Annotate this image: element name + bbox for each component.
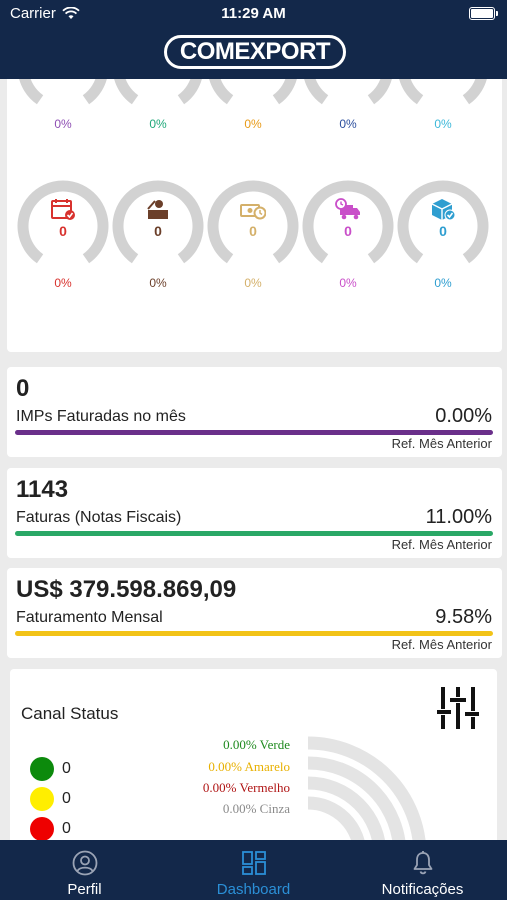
canal-status-card: Canal Status 0.00% Verde 0.00% Amarelo 0… [10, 669, 497, 840]
gauge-ring [114, 79, 202, 105]
process-gauge[interactable]: 0 0% [17, 180, 109, 320]
tab-perfil[interactable]: Perfil [0, 840, 169, 900]
tab-dashboard[interactable]: Dashboard [169, 840, 338, 900]
gauge-percent: 0% [434, 276, 452, 290]
stat-value: 1143 [16, 476, 69, 503]
legend-verde: 0.00% Verde [223, 737, 290, 752]
stat-reference: Ref. Mês Anterior [391, 537, 492, 552]
gauge-value: 0 [207, 79, 299, 80]
user-circle-icon [72, 850, 98, 876]
gauge-value: 0 [249, 223, 257, 239]
process-gauge[interactable]: 0 0% [397, 180, 489, 320]
calendar-check-icon [51, 199, 75, 220]
tab-label: Dashboard [216, 881, 291, 898]
comexport-logo: COMEXPORT [164, 35, 346, 69]
stat-card-faturas[interactable]: 1143 Faturas (Notas Fiscais) 11.00% Ref.… [7, 468, 502, 558]
stat-value: 0 [16, 375, 30, 402]
process-gauge[interactable]: 0 0% [207, 79, 299, 161]
gauge-ring [209, 79, 297, 105]
gauge-ring [399, 79, 487, 105]
gauge-value: 0 [302, 79, 394, 80]
gauge-percent: 0% [54, 117, 72, 131]
gauge-value: 0 [17, 79, 109, 80]
stat-label: IMPs Faturadas no mês [16, 408, 186, 425]
battery-icon [469, 7, 498, 20]
gauge-value: 0 [59, 223, 67, 239]
process-gauge[interactable]: 0 0% [302, 79, 394, 161]
gauge-value: 0 [439, 223, 447, 239]
canal-verde-value: 0 [62, 760, 71, 777]
canal-amarelo-value: 0 [62, 790, 71, 807]
truck-clock-icon [335, 198, 360, 220]
gauge-percent: 0% [244, 117, 262, 131]
process-gauge[interactable]: 0 0% [112, 180, 204, 320]
box-check-icon [431, 199, 456, 220]
gauge-percent: 0% [339, 117, 357, 131]
stat-label: Faturamento Mensal [16, 609, 163, 626]
canal-status-title: Canal Status [21, 704, 119, 723]
gauge-ring [304, 79, 392, 105]
stat-percent: 0.00% [435, 405, 492, 427]
canal-amarelo-dot [30, 787, 54, 811]
canal-vermelho-value: 0 [62, 820, 71, 837]
stat-reference: Ref. Mês Anterior [391, 637, 492, 652]
gauge-percent: 0% [149, 117, 167, 131]
gauge-value: 0 [154, 223, 162, 239]
gauge-percent: 0% [244, 276, 262, 290]
process-gauge[interactable]: 0 0% [17, 79, 109, 161]
stat-percent: 9.58% [435, 606, 492, 628]
stat-card-faturamento[interactable]: US$ 379.598.869,09 Faturamento Mensal 9.… [7, 568, 502, 658]
sliders-icon[interactable] [437, 687, 479, 729]
tab-label: Notificações [381, 881, 464, 898]
gauge-value: 0 [397, 79, 489, 80]
customs-officer-icon [147, 200, 168, 219]
top-header: Carrier 11:29 AM COMEXPORT [0, 0, 507, 79]
process-gauge[interactable]: 0 0% [112, 79, 204, 161]
status-time: 11:29 AM [221, 5, 286, 22]
process-gauge[interactable]: 0 0% [207, 180, 299, 320]
stat-label: Faturas (Notas Fiscais) [16, 509, 182, 526]
bell-icon [413, 851, 433, 875]
stat-bar [15, 430, 493, 435]
canal-vermelho-dot [30, 817, 54, 840]
stat-card-imps[interactable]: 0 IMPs Faturadas no mês 0.00% Ref. Mês A… [7, 367, 502, 457]
stat-bar [15, 531, 493, 536]
stat-percent: 11.00% [425, 506, 492, 528]
dashboard-grid-icon [242, 851, 266, 875]
money-clock-icon [240, 204, 266, 220]
tab-notificacoes[interactable]: Notificações [338, 840, 507, 900]
tab-label: Perfil [67, 881, 102, 898]
stat-reference: Ref. Mês Anterior [391, 436, 492, 451]
process-gauge[interactable]: 0 0% [397, 79, 489, 161]
stat-value: US$ 379.598.869,09 [16, 576, 237, 603]
dashboard-content[interactable]: 0 0% 0 0% 0 0% 0 0% 0 0% 0 0% 0 0% 0 0% 0 0% 0 0% 0 IMPs Fa… [0, 79, 507, 840]
gauge-percent: 0% [339, 276, 357, 290]
gauge-value: 0 [112, 79, 204, 80]
gauge-value: 0 [344, 223, 352, 239]
canal-status-chart [307, 736, 426, 840]
gauge-ring [19, 79, 107, 105]
stat-bar [15, 631, 493, 636]
gauge-percent: 0% [149, 276, 167, 290]
canal-verde-dot [30, 757, 54, 781]
process-gauges-card: 0 0% 0 0% 0 0% 0 0% 0 0% 0 0% 0 0% 0 0% 0 0% 0 0% [7, 79, 502, 352]
gauge-percent: 0% [434, 117, 452, 131]
gauge-percent: 0% [54, 276, 72, 290]
process-gauge[interactable]: 0 0% [302, 180, 394, 320]
bottom-tab-bar: Perfil Dashboard Notificações [0, 840, 507, 900]
